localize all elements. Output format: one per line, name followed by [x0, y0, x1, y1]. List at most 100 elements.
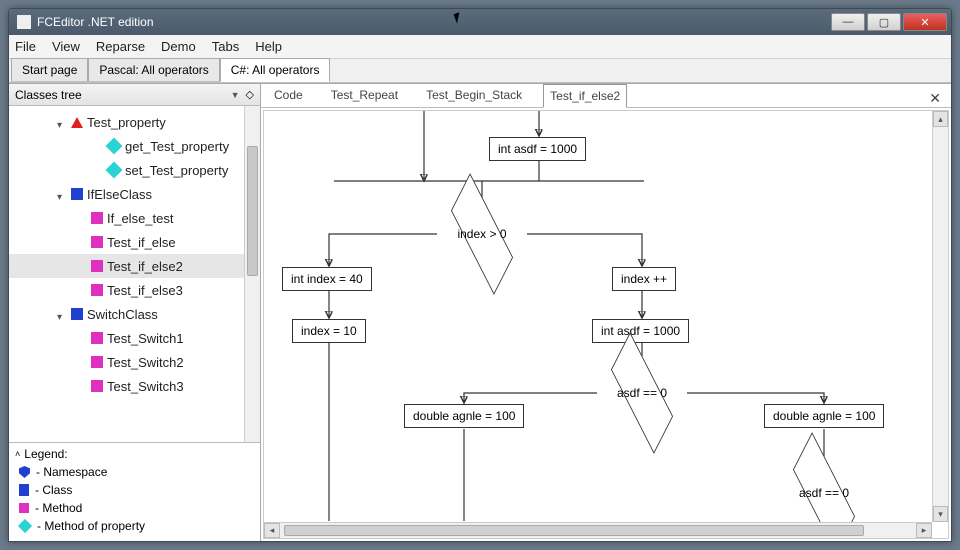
tree-item-label: If_else_test: [107, 211, 174, 226]
tree-scroll-thumb[interactable]: [247, 146, 258, 276]
subtab-ifelse2[interactable]: Test_if_else2: [543, 84, 627, 108]
tree-item[interactable]: SwitchClass: [9, 302, 260, 326]
tree-item-label: set_Test_property: [125, 163, 228, 178]
method-icon: [91, 332, 103, 344]
document-tabs: Start page Pascal: All operators C#: All…: [9, 59, 951, 83]
sub-tabs: Code Test_Repeat Test_Begin_Stack Test_i…: [261, 84, 951, 108]
app-icon: [17, 15, 31, 29]
sidebar: Classes tree ▼ ◇ Test_property get_Test_p…: [9, 84, 261, 541]
tab-startpage[interactable]: Start page: [11, 58, 88, 82]
method-icon: [91, 236, 103, 248]
method-icon: [91, 380, 103, 392]
menubar: File View Reparse Demo Tabs Help: [9, 35, 951, 59]
titlebar[interactable]: FCEditor .NET edition — ▢ ✕: [9, 9, 951, 35]
legend-row: - Method: [15, 499, 254, 517]
tree-item-label: Test_if_else3: [107, 283, 183, 298]
tree-item[interactable]: Test_if_else3: [9, 278, 260, 302]
tree-item[interactable]: Test_property: [9, 110, 260, 134]
class-icon: [19, 484, 29, 496]
class-icon: [71, 188, 83, 200]
flow-box-idx10: index = 10: [292, 319, 366, 343]
tree-item[interactable]: If_else_test: [9, 206, 260, 230]
diamond-icon: [106, 138, 123, 155]
subtab-repeat[interactable]: Test_Repeat: [324, 83, 405, 107]
expander-icon[interactable]: [57, 309, 67, 319]
flow-box-agnle-r: double agnle = 100: [764, 404, 884, 428]
flow-cond-asdf: asdf == 0: [597, 373, 687, 413]
diamond-icon: [106, 162, 123, 179]
canvas-vscrollbar[interactable]: ▴ ▾: [932, 111, 948, 522]
tab-pascal[interactable]: Pascal: All operators: [88, 58, 219, 82]
tree-item[interactable]: IfElseClass: [9, 182, 260, 206]
tree-item-label: Test_Switch3: [107, 379, 184, 394]
tree-item-label: IfElseClass: [87, 187, 152, 202]
menu-help[interactable]: Help: [255, 39, 282, 54]
tree-scrollbar[interactable]: [244, 106, 260, 442]
pin-icon[interactable]: ◇: [246, 88, 254, 101]
legend-label: - Class: [35, 483, 72, 497]
tree-item[interactable]: set_Test_property: [9, 158, 260, 182]
tree-item-label: get_Test_property: [125, 139, 229, 154]
menu-reparse[interactable]: Reparse: [96, 39, 145, 54]
method-icon: [19, 503, 29, 513]
flow-box-agnle-l: double agnle = 100: [404, 404, 524, 428]
method-icon: [91, 260, 103, 272]
flow-box-idx40: int index = 40: [282, 267, 372, 291]
flow-cond-asdf2: asdf == 0: [779, 473, 869, 513]
tree-item-label: Test_if_else2: [107, 259, 183, 274]
subtab-begin[interactable]: Test_Begin_Stack: [419, 83, 529, 107]
dropdown-icon[interactable]: ▼: [231, 90, 240, 100]
diamond-icon: [18, 519, 32, 533]
sidebar-title: Classes tree: [15, 88, 231, 102]
tab-csharp[interactable]: C#: All operators: [220, 58, 331, 82]
flowchart-canvas[interactable]: int asdf = 1000 index > 0 int index = 40…: [263, 110, 949, 539]
menu-file[interactable]: File: [15, 39, 36, 54]
classes-tree[interactable]: Test_property get_Test_property set_Test_p…: [9, 106, 260, 442]
method-icon: [91, 356, 103, 368]
hscroll-thumb[interactable]: [284, 525, 864, 536]
scroll-right-icon[interactable]: ▸: [916, 523, 932, 538]
flow-box-init: int asdf = 1000: [489, 137, 586, 161]
tree-item[interactable]: Test_Switch1: [9, 326, 260, 350]
legend-row: - Class: [15, 481, 254, 499]
close-button[interactable]: ✕: [903, 13, 947, 31]
expander-icon[interactable]: [57, 117, 67, 127]
scroll-up-icon[interactable]: ▴: [933, 111, 948, 127]
flow-box-idxinc: index ++: [612, 267, 676, 291]
minimize-button[interactable]: —: [831, 13, 865, 31]
tree-item-label: SwitchClass: [87, 307, 158, 322]
subtab-close-icon[interactable]: ✕: [929, 90, 945, 107]
tree-item[interactable]: Test_if_else2: [9, 254, 260, 278]
tree-item-label: Test_if_else: [107, 235, 176, 250]
legend-panel: ˄ Legend: - Namespace - Class - Method - Met…: [9, 442, 260, 541]
scroll-down-icon[interactable]: ▾: [933, 506, 948, 522]
subtab-code[interactable]: Code: [267, 83, 310, 107]
menu-tabs[interactable]: Tabs: [212, 39, 239, 54]
method-icon: [91, 284, 103, 296]
tree-item[interactable]: Test_Switch2: [9, 350, 260, 374]
tree-item-label: Test_property: [87, 115, 166, 130]
legend-label: - Namespace: [36, 465, 107, 479]
menu-demo[interactable]: Demo: [161, 39, 196, 54]
flow-cond-index: index > 0: [437, 214, 527, 254]
main-panel: Code Test_Repeat Test_Begin_Stack Test_i…: [261, 84, 951, 541]
tree-item-label: Test_Switch2: [107, 355, 184, 370]
namespace-icon: [19, 466, 30, 478]
menu-view[interactable]: View: [52, 39, 80, 54]
chevron-up-icon[interactable]: ˄: [15, 449, 20, 459]
maximize-button[interactable]: ▢: [867, 13, 901, 31]
sidebar-header[interactable]: Classes tree ▼ ◇: [9, 84, 260, 106]
expander-icon[interactable]: [57, 189, 67, 199]
legend-title: Legend:: [24, 447, 67, 461]
tree-item-label: Test_Switch1: [107, 331, 184, 346]
scroll-left-icon[interactable]: ◂: [264, 523, 280, 538]
tree-item[interactable]: Test_Switch3: [9, 374, 260, 398]
tree-item[interactable]: Test_if_else: [9, 230, 260, 254]
class-icon: [71, 308, 83, 320]
app-window: FCEditor .NET edition — ▢ ✕ File View Re…: [8, 8, 952, 542]
canvas-hscrollbar[interactable]: ◂ ▸: [264, 522, 932, 538]
legend-label: - Method: [35, 501, 82, 515]
legend-row: - Method of property: [15, 517, 254, 535]
tree-item[interactable]: get_Test_property: [9, 134, 260, 158]
flow-box-asdfset: int asdf = 1000: [592, 319, 689, 343]
